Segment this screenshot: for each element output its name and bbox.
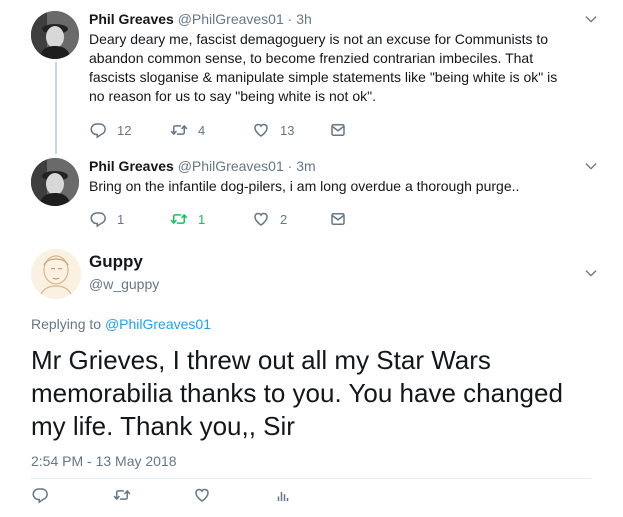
analytics-button[interactable] <box>274 485 292 505</box>
avatar[interactable] <box>31 158 79 206</box>
reply-icon <box>89 210 107 228</box>
tweet-header: Phil Greaves @PhilGreaves01 · 3h <box>89 11 312 27</box>
replying-to: Replying to @PhilGreaves01 <box>31 316 211 332</box>
author-handle[interactable]: @w_guppy <box>89 276 159 292</box>
replying-prefix: Replying to <box>31 316 102 332</box>
reply-button[interactable] <box>31 485 49 505</box>
author-name[interactable]: Phil Greaves <box>89 158 174 174</box>
author-handle[interactable]: @PhilGreaves01 <box>178 158 284 174</box>
thread-tweet-1[interactable]: Phil Greaves @PhilGreaves01 · 3h Deary d… <box>0 0 623 154</box>
retweet-count: 1 <box>198 211 206 227</box>
reply-count: 1 <box>117 211 125 227</box>
avatar[interactable] <box>31 11 79 59</box>
envelope-icon <box>329 121 347 139</box>
reply-button[interactable]: 1 <box>89 209 124 229</box>
like-button[interactable] <box>193 485 211 505</box>
reply-button[interactable]: 12 <box>89 120 131 140</box>
retweet-icon <box>170 121 188 139</box>
message-button[interactable] <box>329 209 347 229</box>
chevron-down-icon[interactable] <box>583 11 599 27</box>
like-button[interactable]: 13 <box>252 120 294 140</box>
tweet-text: Deary deary me, fascist demagoguery is n… <box>89 31 558 104</box>
analytics-icon <box>274 486 292 504</box>
main-tweet-text: Mr Grieves, I threw out all my Star Wars… <box>31 345 563 441</box>
avatar[interactable] <box>31 249 81 299</box>
author-name[interactable]: Guppy <box>89 252 143 272</box>
heart-icon <box>252 121 270 139</box>
retweet-count: 4 <box>198 122 206 138</box>
envelope-icon <box>329 210 347 228</box>
like-count: 2 <box>280 211 288 227</box>
retweet-icon <box>113 486 131 504</box>
like-count: 13 <box>280 122 295 138</box>
retweet-button[interactable] <box>113 485 131 505</box>
reply-icon <box>89 121 107 139</box>
chevron-down-icon[interactable] <box>583 158 599 174</box>
thread-connector <box>55 62 57 154</box>
tweet-time[interactable]: 3h <box>296 11 312 27</box>
retweet-button[interactable]: 4 <box>170 120 205 140</box>
heart-icon <box>193 486 211 504</box>
tweet-timestamp[interactable]: 2:54 PM - 13 May 2018 <box>31 453 177 469</box>
divider <box>31 478 591 479</box>
like-button[interactable]: 2 <box>252 209 287 229</box>
heart-icon <box>252 210 270 228</box>
chevron-down-icon[interactable] <box>583 265 599 281</box>
reply-count: 12 <box>117 122 132 138</box>
message-button[interactable] <box>329 120 347 140</box>
tweet-text: Bring on the infantile dog-pilers, i am … <box>89 178 520 194</box>
retweet-icon <box>170 210 188 228</box>
retweet-button[interactable]: 1 <box>170 209 205 229</box>
reply-icon <box>31 486 49 504</box>
separator: · <box>287 158 293 174</box>
author-name[interactable]: Phil Greaves <box>89 11 174 27</box>
thread-tweet-2[interactable]: Phil Greaves @PhilGreaves01 · 3m Bring o… <box>0 150 623 240</box>
tweet-header: Phil Greaves @PhilGreaves01 · 3m <box>89 158 316 174</box>
tweet-time[interactable]: 3m <box>296 158 315 174</box>
author-handle[interactable]: @PhilGreaves01 <box>178 11 284 27</box>
replying-to-link[interactable]: @PhilGreaves01 <box>105 316 211 332</box>
separator: · <box>287 11 293 27</box>
